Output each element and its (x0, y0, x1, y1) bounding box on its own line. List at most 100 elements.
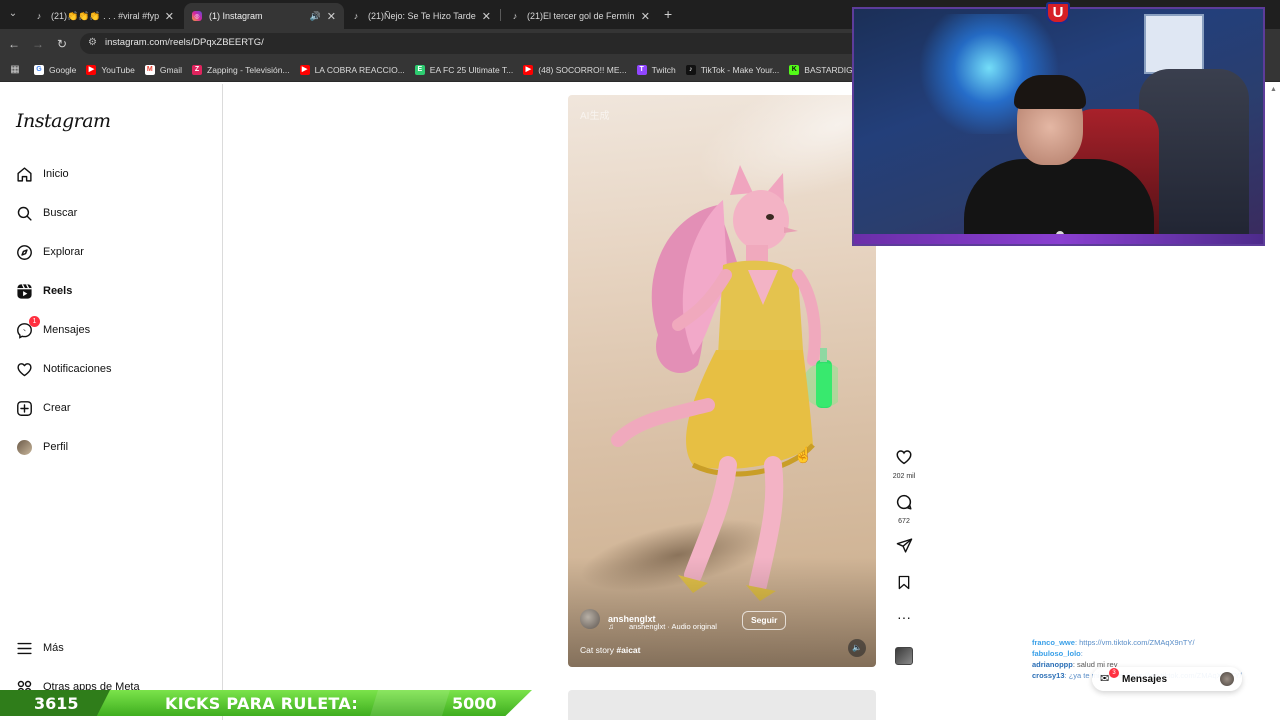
bookmark-youtube-socorro[interactable]: ▶ (48) SOCORRO!! ME... (523, 64, 627, 75)
sidebar-item-mensajes[interactable]: 1 Mensajes (16, 315, 90, 342)
sidebar-item-reels[interactable]: Reels (16, 279, 72, 303)
tab-title: (1) Instagram (209, 11, 263, 21)
sidebar-item-crear[interactable]: Crear (16, 396, 71, 420)
heart-icon (896, 450, 912, 465)
google-icon: G (34, 64, 44, 75)
tab-title: (21)Ñejo: Se Te Hizo Tarde - Let (368, 11, 476, 21)
avatar (16, 439, 33, 456)
streamer-hair (1014, 75, 1086, 109)
url-text[interactable]: instagram.com/reels/DPqxZBEERTG/ (105, 37, 264, 48)
like-count: 202 mil (892, 473, 916, 480)
audio-thumbnail[interactable] (895, 647, 913, 665)
comment-icon (896, 494, 912, 510)
forward-icon[interactable]: → (30, 36, 46, 52)
sidebar-item-label: Inicio (43, 168, 69, 180)
ea-icon: E (414, 64, 425, 75)
sidebar-item-label: Crear (43, 402, 71, 414)
comment-count: 672 (898, 518, 910, 525)
sidebar-item-label: Perfil (43, 441, 69, 453)
sidebar-item-label: Buscar (43, 207, 78, 219)
follow-button[interactable]: Seguir (742, 611, 787, 630)
gmail-icon: M (144, 64, 155, 75)
sidebar-item-perfil[interactable]: Perfil (16, 435, 68, 459)
stream-ticker: 3615 KICKS PARA RULETA: 5000 (0, 690, 532, 716)
ticker-label: KICKS PARA RULETA: (165, 694, 359, 713)
sidebar-item-explorar[interactable]: Explorar (16, 240, 84, 264)
apps-grid-icon[interactable]: ▦ (8, 63, 22, 77)
more-options-icon[interactable]: ··· (892, 610, 916, 624)
close-icon[interactable]: ✕ (165, 10, 174, 23)
ai-watermark: AI生成 (580, 111, 610, 122)
back-icon[interactable]: ← (6, 36, 22, 52)
sidebar-item-buscar[interactable]: Buscar (16, 201, 77, 225)
avatar[interactable] (580, 609, 600, 629)
browser-tab[interactable]: ♪ (21)El tercer gol de Fermín en la ✕ (502, 3, 658, 29)
tab-title: (21)👏👏👏 . . . #viral #fyppp (51, 10, 159, 21)
ticker-accent (370, 690, 450, 716)
search-icon (16, 205, 33, 222)
sidebar-item-label: Explorar (43, 246, 84, 258)
scroll-up-arrow-icon[interactable]: ▲ (1270, 86, 1277, 93)
sidebar-item-mas[interactable]: Más (16, 636, 64, 660)
twitch-icon: T (636, 64, 647, 75)
like-button[interactable]: 202 mil (892, 448, 916, 480)
bookmark-google[interactable]: G Google (34, 64, 76, 75)
home-icon (16, 166, 33, 183)
save-button[interactable] (892, 574, 916, 596)
browser-tab[interactable]: ♪ (21)Ñejo: Se Te Hizo Tarde - Let ✕ (343, 3, 499, 29)
messenger-icon: 1 (16, 315, 40, 339)
bookmark-gmail[interactable]: M Gmail (144, 64, 182, 75)
sidebar-item-inicio[interactable]: Inicio (16, 162, 69, 186)
new-tab-button[interactable]: + (664, 6, 672, 22)
chat-message: franco_wwe: https://vm.tiktok.com/ZMAqX9… (1032, 637, 1280, 648)
reload-icon[interactable]: ↻ (54, 36, 70, 52)
reel-video[interactable]: AI生成 anshenglxt ♫ anshenglxt · Audio ori… (568, 95, 876, 667)
hand-cursor-icon: ☝ (794, 447, 813, 464)
speaker-icon[interactable]: 🔊 (310, 11, 321, 22)
instagram-logo[interactable]: Instagram (16, 110, 111, 132)
close-icon[interactable]: ✕ (327, 10, 336, 23)
tiktok-icon: ♪ (512, 11, 518, 21)
bookmark-youtube-cobra[interactable]: ▶ LA COBRA REACCIO... (299, 64, 405, 75)
bookmark-youtube[interactable]: ▶ YouTube (86, 64, 135, 75)
bookmark-label: YouTube (101, 64, 135, 75)
next-reel-preview[interactable] (568, 690, 876, 720)
zapping-icon: Z (192, 64, 203, 75)
bookmark-twitch[interactable]: T Twitch (636, 64, 676, 75)
bookmark-icon (898, 575, 910, 590)
bookmark-label: LA COBRA REACCIO... (314, 64, 405, 75)
comment-button[interactable]: 672 (892, 493, 916, 525)
reel-audio[interactable]: ♫ anshenglxt · Audio original (608, 622, 717, 631)
youtube-icon: ▶ (299, 64, 310, 75)
chat-user: franco_wwe (1032, 638, 1075, 647)
sidebar-item-notificaciones[interactable]: Notificaciones (16, 357, 111, 381)
ticker-count: 3615 (34, 694, 79, 713)
close-icon[interactable]: ✕ (641, 10, 650, 23)
ticker-value: 5000 (452, 694, 497, 713)
close-icon[interactable]: ✕ (482, 10, 491, 23)
chat-text: : (1080, 649, 1083, 658)
chat-message: fabuloso_lolo: (1032, 648, 1280, 659)
youtube-icon: ▶ (86, 64, 97, 75)
bookmark-label: Twitch (651, 64, 676, 75)
share-button[interactable] (892, 537, 916, 559)
bookmark-eafc[interactable]: E EA FC 25 Ultimate T... (414, 64, 513, 75)
bookmark-label: (48) SOCORRO!! ME... (538, 64, 627, 75)
tab-search-icon[interactable]: ⌄ (5, 6, 21, 22)
messages-pill[interactable]: ✉ 3 Mensajes (1092, 667, 1242, 691)
reel-caption: Cat story #aicat (580, 645, 640, 655)
plus-square-icon (16, 400, 33, 417)
chat-user: adrianoppp (1032, 660, 1073, 669)
sidebar-item-label: Reels (43, 285, 73, 297)
cam-frame-strip (854, 234, 1263, 244)
browser-tab-active[interactable]: ◎ (1) Instagram 🔊 ✕ (184, 3, 344, 29)
bookmark-zapping[interactable]: Z Zapping - Televisión... (192, 64, 290, 75)
caption-hashtag[interactable]: #aicat (616, 645, 640, 655)
tiktok-icon: ♪ (353, 11, 359, 21)
bookmark-tiktok[interactable]: ♪ TikTok - Make Your... (685, 64, 779, 75)
mute-button[interactable]: 🔈 (848, 639, 866, 657)
messages-pill-label: Mensajes (1122, 673, 1168, 685)
chat-text: : https://vm.tiktok.com/ZMAqX9nTY/ (1074, 638, 1195, 647)
browser-tab[interactable]: ♪ (21)👏👏👏 . . . #viral #fyppp ✕ (26, 3, 182, 29)
site-info-icon[interactable]: ⚙ (88, 37, 100, 49)
